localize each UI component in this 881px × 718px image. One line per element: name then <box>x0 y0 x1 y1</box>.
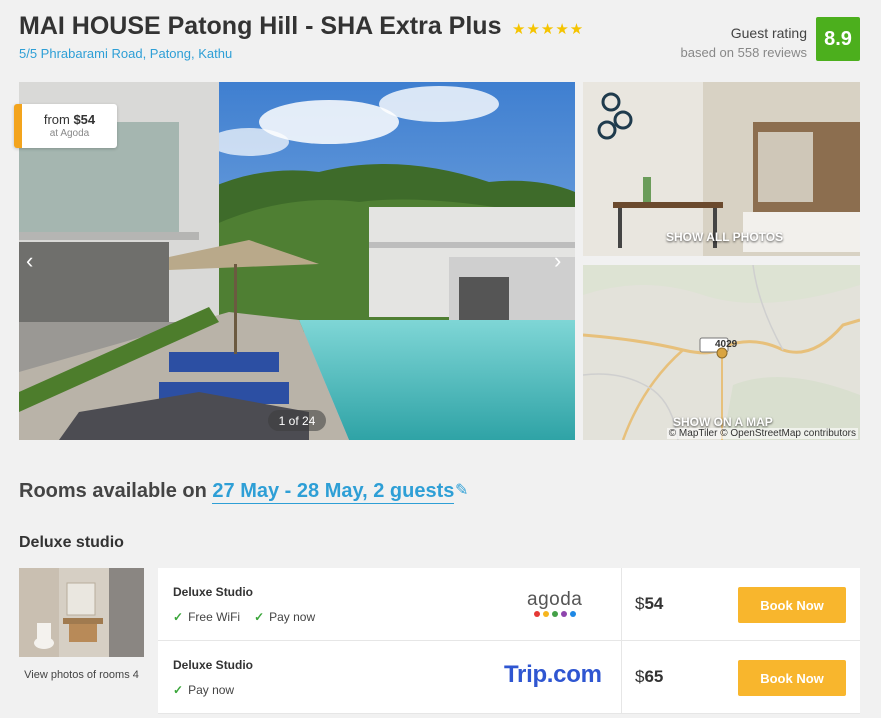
show-all-photos-label: SHOW ALL PHOTOS <box>666 230 784 244</box>
room-type-title: Deluxe studio <box>19 534 124 551</box>
star-rating: ★★★★★ <box>512 21 585 38</box>
map-tile[interactable]: 4029 SHOW ON A MAP © MapTiler © OpenStre… <box>583 265 860 440</box>
rooms-heading-prefix: Rooms available on <box>19 480 207 502</box>
pencil-icon[interactable]: ✎ <box>455 480 468 500</box>
offer-room-name: Deluxe Studio <box>173 585 254 599</box>
feature-item: ✓ Pay now <box>173 683 235 697</box>
chevron-left-icon[interactable]: ‹ <box>26 250 33 272</box>
map-road-label: 4029 <box>715 339 738 350</box>
guest-rating-label: Guest rating <box>730 25 807 41</box>
rooms-dates-link[interactable]: 27 May - 28 May, 2 guests <box>212 480 455 504</box>
agoda-logo: agoda <box>527 590 582 617</box>
show-all-photos-tile[interactable]: SHOW ALL PHOTOS <box>583 82 860 256</box>
tripcom-logo: Trip.com <box>504 661 602 688</box>
offer-room-name: Deluxe Studio <box>173 658 254 672</box>
offer-features: ✓ Pay now <box>173 683 234 697</box>
hotel-address-link[interactable]: 5/5 Phrabarami Road, Patong, Kathu <box>19 46 232 61</box>
offer-divider <box>621 641 622 713</box>
price-from-prefix: from <box>43 112 70 127</box>
rating-score-badge: 8.9 <box>816 17 860 61</box>
show-on-map-label: SHOW ON A MAP <box>673 415 773 429</box>
feature-item: ✓ Pay now <box>254 610 316 624</box>
offer-price: $54 <box>635 594 664 613</box>
checkmark-icon: ✓ <box>254 610 265 624</box>
photo-counter: 1 of 24 <box>268 410 326 431</box>
offer-features: ✓ Free WiFi ✓ Pay now <box>173 610 315 624</box>
price-from-value: $54 <box>73 112 96 127</box>
checkmark-icon: ✓ <box>173 683 184 697</box>
book-now-button[interactable]: Book Now <box>738 587 846 623</box>
offer-price: $65 <box>635 667 664 686</box>
room-thumbnail[interactable] <box>19 568 144 657</box>
chevron-right-icon[interactable]: › <box>554 250 561 272</box>
bathroom-photo-illustration <box>19 568 144 657</box>
view-photos-link[interactable]: View photos of rooms 4 <box>19 667 144 683</box>
offer-divider <box>621 568 622 640</box>
checkmark-icon: ✓ <box>173 610 184 624</box>
offer-row: Deluxe Studio ✓ Pay now Trip.com $65 Book… <box>158 641 860 714</box>
hotel-title: MAI HOUSE Patong Hill - SHA Extra Plus <box>19 12 502 40</box>
map-illustration <box>583 265 860 440</box>
map-credit[interactable]: © MapTiler © OpenStreetMap contributors <box>666 428 858 439</box>
price-from-tag[interactable]: from $54 at Agoda <box>14 104 117 148</box>
offers-list: Deluxe Studio ✓ Free WiFi ✓ Pay now agoda … <box>158 568 860 714</box>
offer-row: Deluxe Studio ✓ Free WiFi ✓ Pay now agoda … <box>158 568 860 641</box>
rooms-heading: Rooms available on 27 May - 28 May, 2 gu… <box>19 480 455 504</box>
feature-item: ✓ Free WiFi <box>173 610 241 624</box>
price-source: at Agoda <box>49 128 90 139</box>
book-now-button[interactable]: Book Now <box>738 660 846 696</box>
review-count[interactable]: based on 558 reviews <box>681 45 807 60</box>
